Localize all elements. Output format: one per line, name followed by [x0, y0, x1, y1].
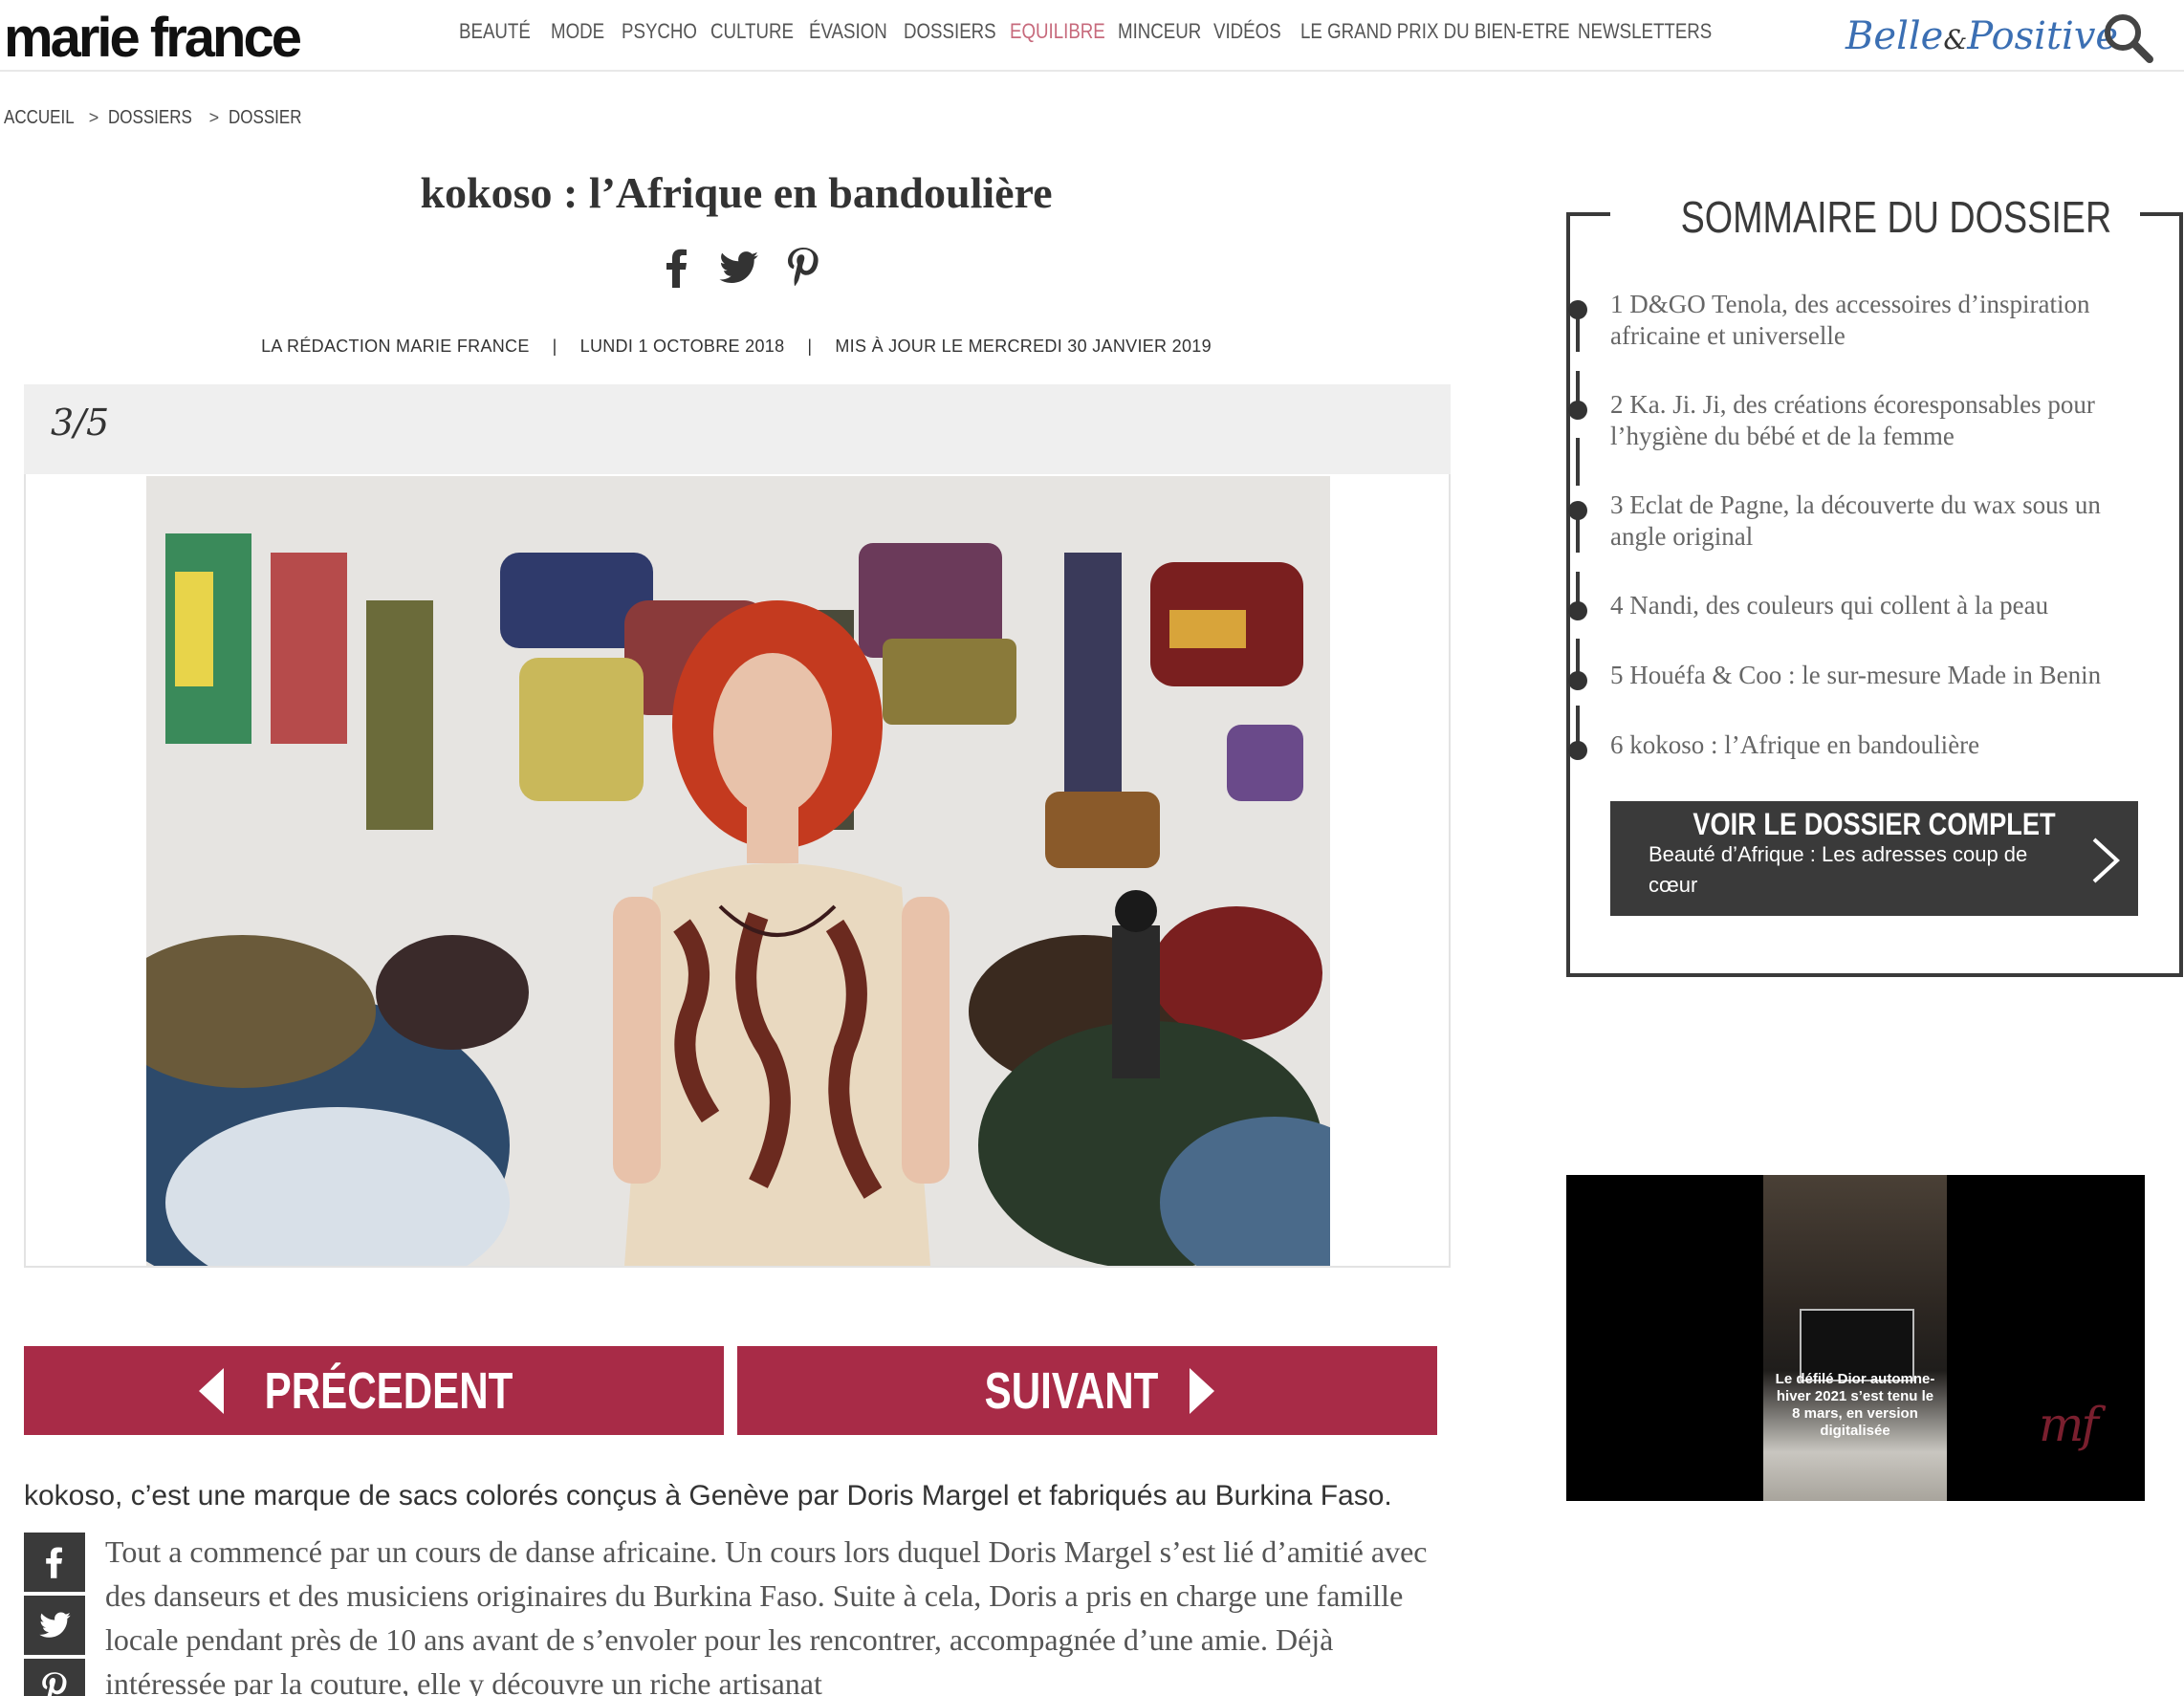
bullet-icon [1568, 300, 1587, 319]
byline-separator: | [552, 337, 557, 356]
chevron-right-icon [2092, 837, 2120, 883]
bullet-icon [1568, 501, 1587, 520]
updated-date: MIS À JOUR LE MERCREDI 30 JANVIER 2019 [835, 337, 1212, 356]
frame-border [2140, 212, 2183, 216]
frame-border [1566, 973, 2183, 977]
frame-border [2179, 212, 2183, 977]
frame-border [1566, 212, 1610, 216]
belle-positive-logo-part1: Belle [1845, 14, 1944, 58]
ad-video-frame: Le défilé Dior automne-hiver 2021 s’est … [1763, 1175, 1947, 1501]
view-full-dossier-button[interactable]: VOIR LE DOSSIER COMPLET Beauté d’Afrique… [1610, 801, 2138, 916]
byline: LA RÉDACTION MARIE FRANCE | LUNDI 1 OCTOBR… [24, 337, 1449, 357]
breadcrumb-dossiers[interactable]: DOSSIERS [108, 107, 192, 129]
summary-item-label: 6 kokoso : l’Afrique en bandoulière [1610, 730, 1980, 759]
summary-item-label: 2 Ka. Ji. Ji, des créations écoresponsab… [1610, 390, 2095, 450]
nav-item-evasion[interactable]: ÉVASION [809, 17, 887, 46]
next-button-label: SUIVANT [985, 1361, 1159, 1420]
nav-item-videos[interactable]: VIDÉOS [1213, 17, 1281, 46]
mf-logo: mf [2039, 1397, 2099, 1452]
breadcrumb-separator: > [88, 108, 99, 127]
byline-separator: | [807, 337, 813, 356]
author[interactable]: LA RÉDACTION MARIE FRANCE [261, 337, 530, 356]
side-share-bar [24, 1533, 85, 1696]
next-button[interactable]: SUIVANT [737, 1346, 1437, 1435]
share-row [645, 244, 837, 301]
breadcrumb-separator: > [208, 108, 220, 127]
article-body: Tout a commencé par un cours de danse af… [105, 1534, 1428, 1696]
nav-item-grand-prix[interactable]: LE GRAND PRIX DU BIEN-ETRE [1300, 17, 1570, 46]
bullet-icon [1568, 401, 1587, 420]
site-header: marie france BEAUTÉ MODE PSYCHO CULTURE … [0, 0, 2184, 72]
summary-item-label: 3 Eclat de Pagne, la découverte du wax s… [1610, 490, 2101, 551]
breadcrumb-dossier[interactable]: DOSSIER [229, 107, 302, 129]
timeline-line [1576, 304, 1580, 763]
article-lead: kokoso, c’est une marque de sacs colorés… [24, 1480, 1392, 1511]
slide-counter-bar: 3/5 [24, 384, 1451, 474]
site-logo[interactable]: marie france [4, 6, 302, 71]
view-full-dossier-title: VOIR LE DOSSIER COMPLET [1693, 807, 2056, 841]
belle-positive-logo-part2: Positive [1967, 14, 2119, 58]
breadcrumb: ACCUEIL > DOSSIERS > DOSSIER [4, 107, 315, 129]
article-title: kokoso : l’Afrique en bandoulière [420, 168, 1053, 217]
nav-item-minceur[interactable]: MINCEUR [1118, 17, 1201, 46]
twitter-icon[interactable] [714, 244, 762, 292]
view-full-dossier-subtitle: Beauté d’Afrique : Les adresses coup de … [1649, 842, 2028, 897]
belle-positive-logo[interactable]: Belle&Positive [1845, 8, 2118, 69]
frame-border [1566, 212, 1570, 977]
search-icon[interactable] [2100, 10, 2155, 65]
nav-item-mode[interactable]: MODE [551, 17, 604, 46]
summary-item-label: 5 Houéfa & Coo : le sur-mesure Made in B… [1610, 661, 2102, 689]
ad-caption: Le défilé Dior automne-hiver 2021 s’est … [1775, 1371, 1935, 1439]
belle-positive-logo-amp: & [1943, 24, 1968, 55]
video-ad[interactable]: Le défilé Dior automne-hiver 2021 s’est … [1566, 1175, 2145, 1501]
nav-item-dossiers[interactable]: DOSSIERS [904, 17, 996, 46]
breadcrumb-accueil[interactable]: ACCUEIL [4, 107, 75, 129]
facebook-icon[interactable] [24, 1533, 85, 1592]
facebook-icon[interactable] [653, 244, 701, 292]
bullet-icon [1568, 601, 1587, 620]
bullet-icon [1568, 741, 1587, 760]
summary-item-label: 4 Nandi, des couleurs qui collent à la p… [1610, 591, 2049, 620]
slide-counter: 3/5 [51, 402, 110, 444]
previous-button[interactable]: PRÉCEDENT [24, 1346, 724, 1435]
publish-date: LUNDI 1 OCTOBRE 2018 [579, 337, 785, 356]
bullet-icon [1568, 671, 1587, 690]
pinterest-icon[interactable] [779, 244, 827, 292]
arrow-right-icon [1189, 1367, 1214, 1414]
twitter-icon[interactable] [24, 1596, 85, 1655]
nav-item-equilibre[interactable]: EQUILIBRE [1010, 17, 1105, 46]
nav-item-beaute[interactable]: BEAUTÉ [459, 17, 531, 46]
previous-button-label: PRÉCEDENT [265, 1361, 513, 1420]
main-nav: BEAUTÉ MODE PSYCHO CULTURE ÉVASION DOSSI… [459, 17, 1731, 50]
pinterest-icon[interactable] [24, 1659, 85, 1696]
summary-item-label: 1 D&GO Tenola, des accessoires d’inspira… [1610, 290, 2090, 350]
article-photo [146, 476, 1330, 1266]
nav-item-newsletters[interactable]: NEWSLETTERS [1578, 17, 1712, 46]
nav-item-psycho[interactable]: PSYCHO [622, 17, 697, 46]
arrow-left-icon [199, 1367, 225, 1414]
nav-item-culture[interactable]: CULTURE [710, 17, 794, 46]
summary-title: SOMMAIRE DU DOSSIER [1680, 192, 2112, 242]
dossier-summary: SOMMAIRE DU DOSSIER 1 D&GO Tenola, des a… [1566, 192, 2183, 977]
